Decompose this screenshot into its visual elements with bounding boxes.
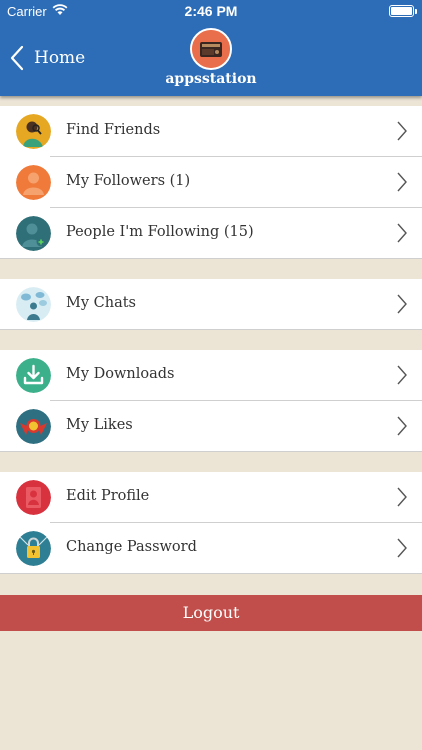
chevron-right-icon	[397, 538, 407, 558]
back-label: Home	[34, 48, 86, 68]
page-title: appsstation	[165, 71, 257, 87]
download-icon	[16, 358, 51, 393]
logout-button[interactable]: Logout	[0, 595, 422, 631]
back-button[interactable]: Home	[10, 44, 85, 72]
my-chats-label: My Chats	[66, 295, 136, 311]
lock-icon	[16, 531, 51, 566]
people-following-label: People I'm Following (15)	[66, 224, 254, 240]
find-friends-row[interactable]: Find Friends	[0, 106, 422, 157]
account-group: Edit Profile Change Password	[0, 472, 422, 574]
chevron-right-icon	[397, 487, 407, 507]
find-friends-label: Find Friends	[66, 122, 161, 138]
status-bar: Carrier 2:46 PM	[0, 0, 422, 22]
my-likes-row[interactable]: My Likes	[0, 401, 422, 452]
chevron-right-icon	[397, 365, 407, 385]
chevron-left-icon	[10, 45, 24, 71]
chats-icon	[16, 287, 51, 322]
chevron-right-icon	[397, 223, 407, 243]
my-downloads-label: My Downloads	[66, 366, 175, 382]
chevron-right-icon	[397, 416, 407, 436]
find-friends-icon	[16, 114, 51, 149]
change-password-row[interactable]: Change Password	[0, 523, 422, 574]
downloads-group: My Downloads My Likes	[0, 350, 422, 452]
edit-profile-label: Edit Profile	[66, 488, 150, 504]
battery-icon	[389, 5, 417, 17]
my-followers-label: My Followers (1)	[66, 173, 191, 189]
friends-group: Find Friends My Followers (1) People I'm…	[0, 106, 422, 259]
followers-icon	[16, 165, 51, 200]
edit-profile-icon	[16, 480, 51, 515]
my-downloads-row[interactable]: My Downloads	[0, 350, 422, 401]
chevron-right-icon	[397, 172, 407, 192]
chevron-right-icon	[397, 121, 407, 141]
app-avatar[interactable]	[190, 28, 232, 70]
following-icon	[16, 216, 51, 251]
my-chats-row[interactable]: My Chats	[0, 279, 422, 330]
my-likes-label: My Likes	[66, 417, 133, 433]
likes-icon	[16, 409, 51, 444]
clock: 2:46 PM	[184, 3, 238, 19]
edit-profile-row[interactable]: Edit Profile	[0, 472, 422, 523]
radio-icon	[192, 30, 230, 68]
chevron-right-icon	[397, 294, 407, 314]
nav-header: Carrier 2:46 PM Home appsstation	[0, 0, 422, 96]
chats-group: My Chats	[0, 279, 422, 330]
people-following-row[interactable]: People I'm Following (15)	[0, 208, 422, 259]
change-password-label: Change Password	[66, 539, 197, 555]
my-followers-row[interactable]: My Followers (1)	[0, 157, 422, 208]
